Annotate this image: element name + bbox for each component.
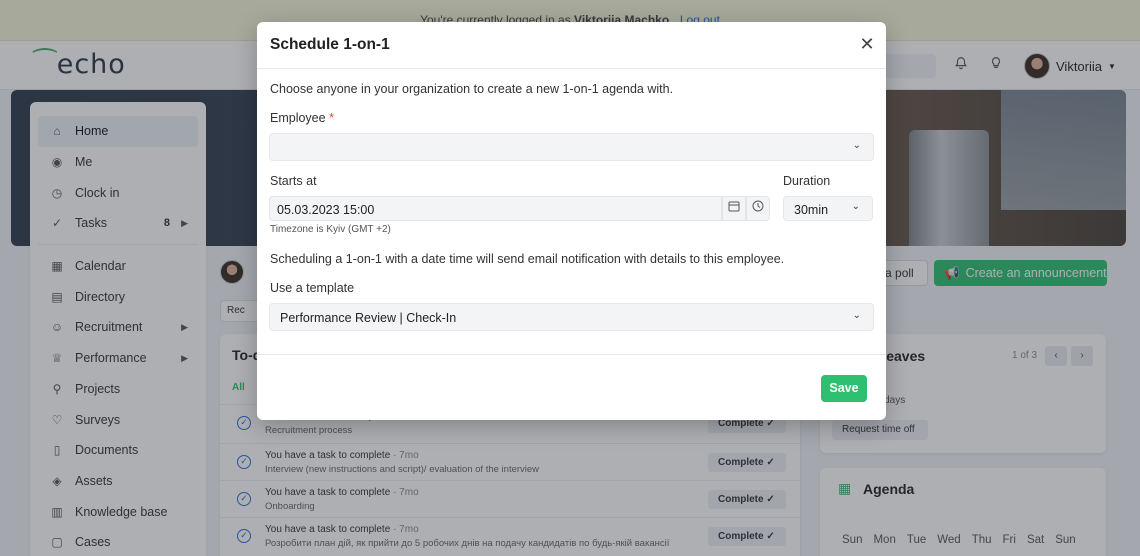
chevron-down-icon: ⌄ (852, 140, 861, 151)
clock-icon[interactable] (746, 196, 770, 221)
save-button[interactable]: Save (821, 375, 867, 402)
modal-intro: Choose anyone in your organization to cr… (270, 82, 674, 96)
schedule-modal: Schedule 1-on-1 ✕ Choose anyone in your … (257, 22, 886, 420)
duration-value: 30min (794, 203, 829, 217)
employee-select[interactable]: ⌄ (269, 133, 874, 161)
close-icon[interactable]: ✕ (858, 35, 876, 53)
chevron-down-icon: ⌄ (851, 201, 860, 212)
starts-at-label: Starts at (270, 174, 317, 188)
timezone-hint: Timezone is Kyiv (GMT +2) (270, 224, 391, 235)
starts-at-input[interactable]: 05.03.2023 15:00 (269, 196, 722, 221)
employee-label-text: Employee (270, 111, 326, 125)
duration-label: Duration (783, 174, 831, 188)
notification-notice: Scheduling a 1-on-1 with a date time wil… (270, 252, 785, 266)
modal-header: Schedule 1-on-1 ✕ (257, 22, 886, 69)
template-label: Use a template (270, 281, 355, 295)
employee-label: Employee * (270, 111, 334, 125)
chevron-down-icon: ⌄ (852, 310, 861, 321)
template-value: Performance Review | Check-In (280, 311, 457, 325)
starts-at-value: 05.03.2023 15:00 (277, 203, 375, 217)
calendar-icon[interactable] (722, 196, 746, 221)
duration-select[interactable]: 30min ⌄ (783, 196, 873, 221)
modal-title: Schedule 1-on-1 (270, 36, 390, 53)
modal-footer-divider (257, 354, 886, 355)
required-mark: * (329, 111, 334, 125)
template-select[interactable]: Performance Review | Check-In ⌄ (269, 303, 874, 331)
